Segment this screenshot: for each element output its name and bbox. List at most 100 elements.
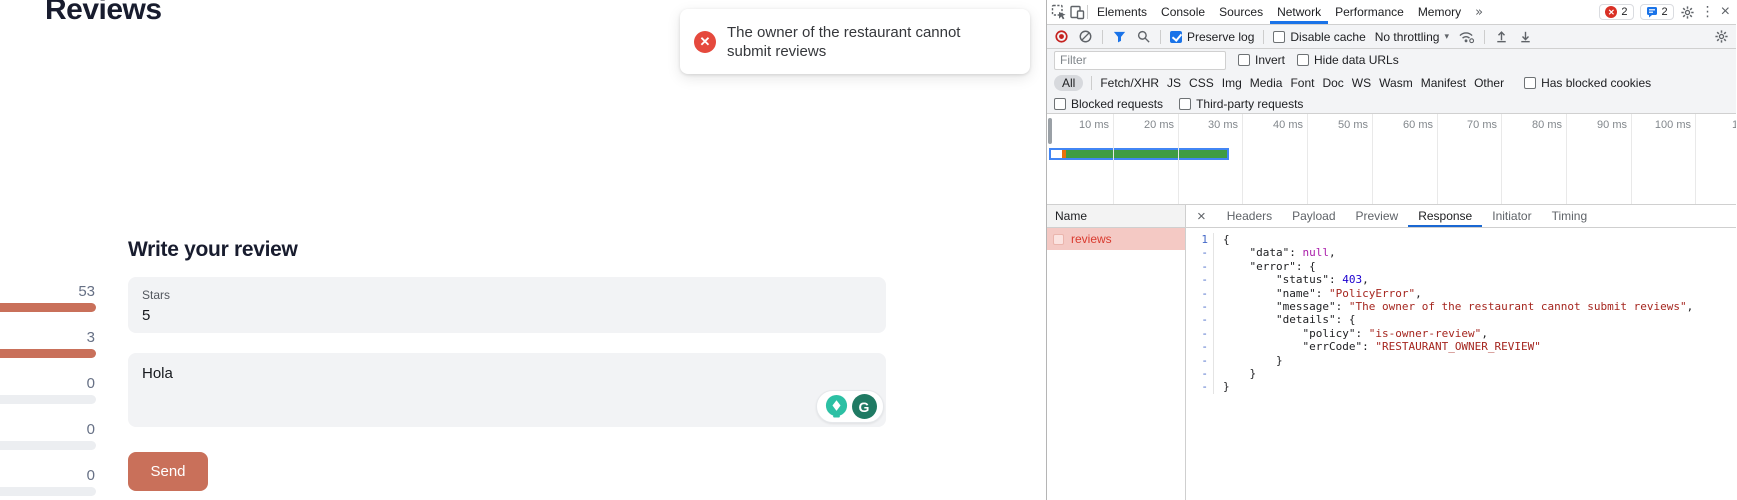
filter-chip-wasm[interactable]: Wasm [1379, 76, 1413, 90]
filter-chip-img[interactable]: Img [1222, 76, 1242, 90]
kebab-menu-icon[interactable]: ⋮ [1701, 5, 1715, 19]
line-gutter[interactable]: - [1186, 340, 1213, 353]
review-text[interactable]: Hola [142, 365, 872, 382]
has-blocked-cookies-toggle[interactable]: Has blocked cookies [1524, 76, 1651, 90]
response-tab-response[interactable]: Response [1408, 205, 1482, 227]
filter-chip-css[interactable]: CSS [1189, 76, 1214, 90]
line-gutter[interactable]: - [1186, 273, 1213, 286]
issues-badge[interactable]: 2 [1640, 4, 1674, 20]
line-gutter[interactable]: - [1186, 313, 1213, 326]
filter-input[interactable] [1054, 51, 1226, 70]
code-line: - "name": "PolicyError", [1186, 287, 1736, 300]
devtools-tab-console[interactable]: Console [1154, 0, 1212, 24]
filter-chip-ws[interactable]: WS [1352, 76, 1371, 90]
more-tabs-icon[interactable]: » [1470, 5, 1488, 20]
name-column-header[interactable]: Name [1047, 205, 1185, 228]
device-toolbar-icon[interactable] [1069, 4, 1085, 20]
response-tab-initiator[interactable]: Initiator [1482, 205, 1541, 227]
has-blocked-cookies-label: Has blocked cookies [1541, 76, 1651, 90]
record-icon[interactable] [1054, 29, 1069, 44]
waterfall-wait-segment [1051, 150, 1062, 158]
stars-field[interactable]: Stars 5 [128, 277, 886, 333]
code-text: } [1213, 380, 1230, 393]
request-row[interactable]: reviews [1047, 228, 1185, 250]
inspect-icon[interactable] [1051, 4, 1067, 20]
filter-chip-all[interactable]: All [1054, 75, 1083, 91]
line-gutter[interactable]: 1 [1186, 233, 1213, 246]
filter-chip-other[interactable]: Other [1474, 76, 1504, 90]
filter-chip-js[interactable]: JS [1167, 76, 1181, 90]
has-blocked-cookies-checkbox[interactable] [1524, 77, 1536, 89]
devtools-tab-performance[interactable]: Performance [1328, 0, 1411, 24]
rating-bar [0, 395, 96, 404]
disable-cache-toggle[interactable]: Disable cache [1273, 30, 1365, 44]
line-gutter[interactable]: - [1186, 354, 1213, 367]
error-toast: ✕ The owner of the restaurant cannot sub… [680, 9, 1030, 74]
rating-bar [0, 441, 96, 450]
response-tab-preview[interactable]: Preview [1346, 205, 1409, 227]
close-icon[interactable]: × [1721, 4, 1730, 20]
preserve-log-label: Preserve log [1187, 30, 1254, 44]
grammarly-suggestion-icon[interactable] [824, 394, 849, 419]
rating-count: 0 [0, 468, 96, 484]
error-count-icon: ✕ [1605, 6, 1617, 18]
search-icon[interactable] [1136, 29, 1151, 44]
preserve-log-checkbox[interactable] [1170, 31, 1182, 43]
blocked-requests-checkbox[interactable] [1054, 98, 1066, 110]
divider [1160, 30, 1161, 44]
waterfall-overview-bar[interactable] [1049, 148, 1229, 160]
devtools-tab-network[interactable]: Network [1270, 0, 1328, 24]
hide-data-urls-toggle[interactable]: Hide data URLs [1297, 53, 1399, 67]
code-text: "policy": "is-owner-review", [1213, 327, 1488, 340]
response-tab-payload[interactable]: Payload [1282, 205, 1345, 227]
rating-row: 53 [0, 284, 96, 312]
blocked-requests-label: Blocked requests [1071, 97, 1163, 111]
export-har-icon[interactable] [1518, 29, 1533, 44]
filter-chip-fetch-xhr[interactable]: Fetch/XHR [1100, 76, 1159, 90]
devtools-tab-elements[interactable]: Elements [1090, 0, 1154, 24]
preserve-log-toggle[interactable]: Preserve log [1170, 30, 1254, 44]
response-tab-headers[interactable]: Headers [1217, 205, 1282, 227]
devtools-tab-sources[interactable]: Sources [1212, 0, 1270, 24]
line-gutter[interactable]: - [1186, 246, 1213, 259]
response-body[interactable]: 1{- "data": null,- "error": {- "status":… [1186, 228, 1736, 500]
devtools-tab-memory[interactable]: Memory [1411, 0, 1468, 24]
import-har-icon[interactable] [1494, 29, 1509, 44]
response-tab-timing[interactable]: Timing [1542, 205, 1598, 227]
grammarly-logo-icon[interactable]: G [852, 394, 877, 419]
third-party-toggle[interactable]: Third-party requests [1179, 97, 1303, 111]
line-gutter[interactable]: - [1186, 327, 1213, 340]
clear-icon[interactable] [1078, 29, 1093, 44]
network-settings-gear-icon[interactable] [1714, 29, 1729, 44]
invert-toggle[interactable]: Invert [1238, 53, 1285, 67]
filter-funnel-icon[interactable] [1112, 29, 1127, 44]
filter-chip-media[interactable]: Media [1250, 76, 1283, 90]
review-textarea[interactable]: Hola G [128, 353, 886, 427]
grammarly-widget[interactable]: G [816, 390, 884, 423]
line-gutter[interactable]: - [1186, 367, 1213, 380]
invert-checkbox[interactable] [1238, 54, 1250, 66]
error-badge[interactable]: ✕ 2 [1599, 4, 1633, 20]
stars-value[interactable]: 5 [142, 307, 872, 324]
hide-data-urls-checkbox[interactable] [1297, 54, 1309, 66]
send-button[interactable]: Send [128, 452, 208, 491]
line-gutter[interactable]: - [1186, 287, 1213, 300]
divider [1484, 30, 1485, 44]
throttling-select[interactable]: No throttling ▾ [1375, 30, 1449, 44]
code-text: "name": "PolicyError", [1213, 287, 1422, 300]
disable-cache-label: Disable cache [1290, 30, 1365, 44]
line-gutter[interactable]: - [1186, 380, 1213, 393]
response-panel-header: × HeadersPayloadPreviewResponseInitiator… [1186, 205, 1736, 228]
disable-cache-checkbox[interactable] [1273, 31, 1285, 43]
third-party-checkbox[interactable] [1179, 98, 1191, 110]
network-conditions-icon[interactable] [1458, 29, 1475, 44]
line-gutter[interactable]: - [1186, 300, 1213, 313]
close-detail-icon[interactable]: × [1186, 208, 1217, 225]
line-gutter[interactable]: - [1186, 260, 1213, 273]
timeline-overview[interactable]: 10 ms20 ms30 ms40 ms50 ms60 ms70 ms80 ms… [1047, 114, 1736, 205]
settings-gear-icon[interactable] [1680, 5, 1695, 20]
blocked-requests-toggle[interactable]: Blocked requests [1054, 97, 1163, 111]
filter-chip-font[interactable]: Font [1290, 76, 1314, 90]
filter-chip-manifest[interactable]: Manifest [1421, 76, 1466, 90]
filter-chip-doc[interactable]: Doc [1322, 76, 1343, 90]
